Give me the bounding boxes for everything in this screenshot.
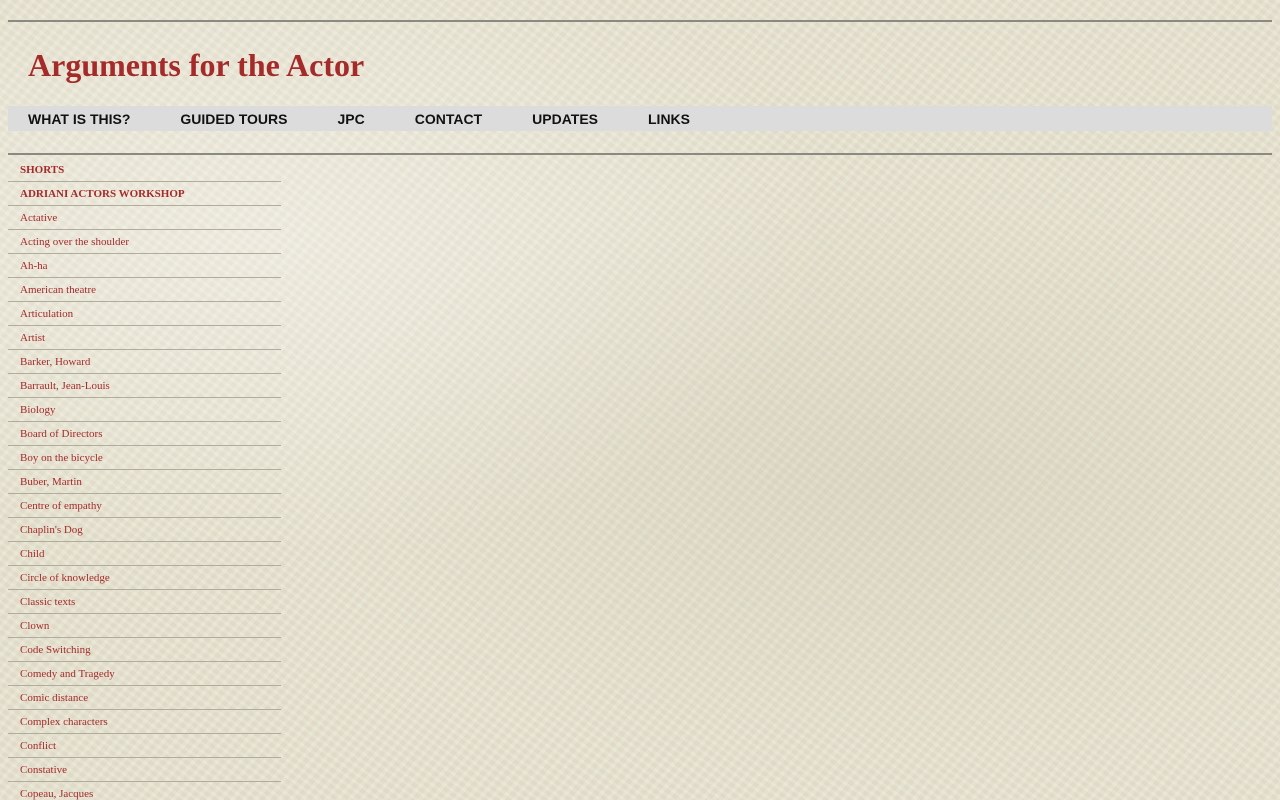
sidebar-item-label[interactable]: Barrault, Jean-Louis (20, 380, 110, 392)
sidebar-item-board-of-directors[interactable]: Board of Directors (8, 422, 281, 446)
sidebar-item-label[interactable]: Child (20, 548, 44, 560)
sidebar-item-articulation[interactable]: Articulation (8, 302, 281, 326)
sidebar-item-adriani-actors-workshop[interactable]: ADRIANI ACTORS WORKSHOP (8, 182, 281, 206)
sidebar-item-label[interactable]: Acting over the shoulder (20, 236, 129, 248)
sidebar-item-label[interactable]: Conflict (20, 740, 56, 752)
sidebar-item-artist[interactable]: Artist (8, 326, 281, 350)
sidebar-item-chaplins-dog[interactable]: Chaplin's Dog (8, 518, 281, 542)
sidebar-item-label[interactable]: Comic distance (20, 692, 88, 704)
nav-divider (8, 153, 1272, 155)
sidebar-item-label[interactable]: Copeau, Jacques (20, 788, 93, 800)
sidebar-item-label[interactable]: Artist (20, 332, 45, 344)
sidebar-item-constative[interactable]: Constative (8, 758, 281, 782)
nav-jpc[interactable]: JPC (338, 111, 365, 127)
sidebar-item-label[interactable]: Complex characters (20, 716, 108, 728)
sidebar-item-ah-ha[interactable]: Ah-ha (8, 254, 281, 278)
sidebar-item-label[interactable]: Boy on the bicycle (20, 452, 103, 464)
sidebar-item-copeau-jacques[interactable]: Copeau, Jacques (8, 782, 281, 800)
sidebar-item-boy-on-the-bicycle[interactable]: Boy on the bicycle (8, 446, 281, 470)
sidebar-item-actative[interactable]: Actative (8, 206, 281, 230)
sidebar-item-comic-distance[interactable]: Comic distance (8, 686, 281, 710)
sidebar-item-label[interactable]: Centre of empathy (20, 500, 102, 512)
sidebar-item-code-switching[interactable]: Code Switching (8, 638, 281, 662)
sidebar-item-barker-howard[interactable]: Barker, Howard (8, 350, 281, 374)
sidebar-item-shorts[interactable]: SHORTS (8, 158, 281, 182)
sidebar-item-label[interactable]: Constative (20, 764, 67, 776)
sidebar-item-label[interactable]: ADRIANI ACTORS WORKSHOP (20, 188, 185, 200)
sidebar-item-complex-characters[interactable]: Complex characters (8, 710, 281, 734)
site-title: Arguments for the Actor (28, 47, 365, 83)
sidebar-item-acting-over-the-shoulder[interactable]: Acting over the shoulder (8, 230, 281, 254)
sidebar-item-barrault-jean-louis[interactable]: Barrault, Jean-Louis (8, 374, 281, 398)
nav-links[interactable]: LINKS (648, 111, 690, 127)
sidebar-item-label[interactable]: American theatre (20, 284, 96, 296)
sidebar-item-conflict[interactable]: Conflict (8, 734, 281, 758)
nav-what-is-this[interactable]: WHAT IS THIS? (28, 111, 130, 127)
sidebar-item-clown[interactable]: Clown (8, 614, 281, 638)
sidebar-item-label[interactable]: Buber, Martin (20, 476, 82, 488)
nav-contact[interactable]: CONTACT (415, 111, 482, 127)
sidebar-item-label[interactable]: Circle of knowledge (20, 572, 110, 584)
sidebar-item-label[interactable]: Biology (20, 404, 55, 416)
sidebar-item-label[interactable]: Ah-ha (20, 260, 48, 272)
sidebar-item-label[interactable]: Actative (20, 212, 57, 224)
sidebar-item-buber-martin[interactable]: Buber, Martin (8, 470, 281, 494)
sidebar-item-centre-of-empathy[interactable]: Centre of empathy (8, 494, 281, 518)
sidebar-item-classic-texts[interactable]: Classic texts (8, 590, 281, 614)
top-divider (8, 20, 1272, 22)
sidebar-item-circle-of-knowledge[interactable]: Circle of knowledge (8, 566, 281, 590)
sidebar-item-label[interactable]: Comedy and Tragedy (20, 668, 115, 680)
sidebar-item-label[interactable]: Barker, Howard (20, 356, 90, 368)
nav-guided-tours[interactable]: GUIDED TOURS (180, 111, 287, 127)
main-nav: WHAT IS THIS? GUIDED TOURS JPC CONTACT U… (8, 106, 1272, 131)
sidebar-item-label[interactable]: Board of Directors (20, 428, 102, 440)
sidebar-item-child[interactable]: Child (8, 542, 281, 566)
sidebar-index: SHORTS ADRIANI ACTORS WORKSHOP Actative … (8, 158, 281, 800)
sidebar-item-label[interactable]: Articulation (20, 308, 73, 320)
nav-updates[interactable]: UPDATES (532, 111, 598, 127)
sidebar-item-label[interactable]: Chaplin's Dog (20, 524, 83, 536)
sidebar-item-label[interactable]: SHORTS (20, 164, 64, 176)
sidebar-item-comedy-and-tragedy[interactable]: Comedy and Tragedy (8, 662, 281, 686)
sidebar-item-american-theatre[interactable]: American theatre (8, 278, 281, 302)
sidebar-item-biology[interactable]: Biology (8, 398, 281, 422)
sidebar-item-label[interactable]: Classic texts (20, 596, 75, 608)
sidebar-item-label[interactable]: Code Switching (20, 644, 91, 656)
sidebar-item-label[interactable]: Clown (20, 620, 49, 632)
